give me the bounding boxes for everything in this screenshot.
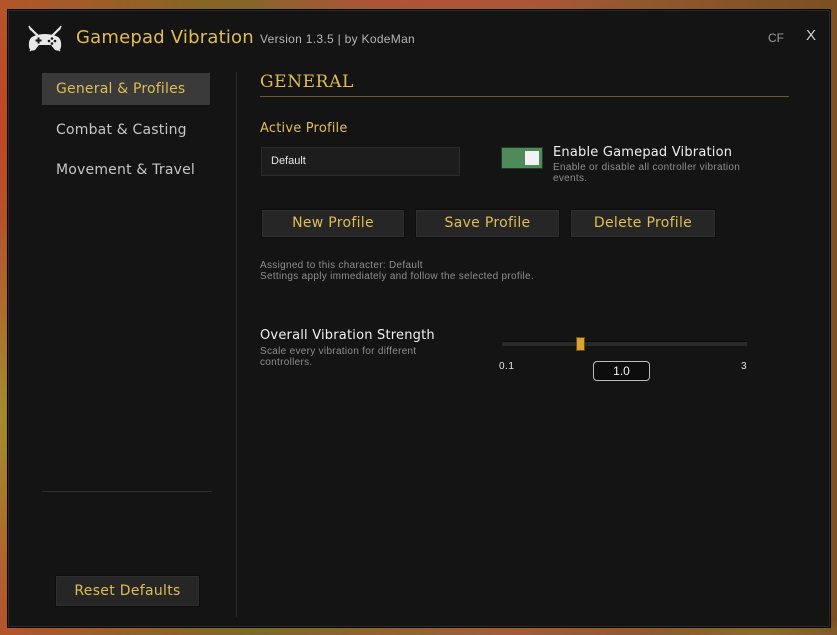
strength-value-input[interactable]: 1.0 xyxy=(593,361,650,381)
section-rule xyxy=(260,96,789,97)
panel-divider xyxy=(236,72,237,617)
app-version: Version 1.3.5 | by KodeMan xyxy=(260,32,416,46)
slider-max-label: 3 xyxy=(741,361,747,372)
toggle-knob xyxy=(525,151,539,165)
sidebar-divider xyxy=(42,491,212,492)
sidebar: General & Profiles Combat & Casting Move… xyxy=(42,72,214,617)
new-profile-button[interactable]: New Profile xyxy=(261,209,405,238)
toggle-description: Enable or disable all controller vibrati… xyxy=(553,162,741,184)
sidebar-item-movement-travel[interactable]: Movement & Travel xyxy=(42,154,210,186)
delete-profile-button[interactable]: Delete Profile xyxy=(570,209,716,238)
strength-description: Scale every vibration for different cont… xyxy=(260,346,417,368)
addon-window: Gamepad Vibration Version 1.3.5 | by Kod… xyxy=(7,9,831,628)
assigned-text: Assigned to this character: Default xyxy=(260,260,423,271)
profile-dropdown[interactable]: Default xyxy=(261,147,460,176)
profile-info: Assigned to this character: Default Sett… xyxy=(260,260,534,282)
strength-slider-track[interactable] xyxy=(502,341,747,346)
sidebar-item-combat-casting[interactable]: Combat & Casting xyxy=(42,114,210,146)
vibration-toggle[interactable] xyxy=(501,147,543,169)
reset-defaults-button[interactable]: Reset Defaults xyxy=(55,575,200,607)
save-profile-button[interactable]: Save Profile xyxy=(415,209,560,238)
sidebar-item-general-profiles[interactable]: General & Profiles xyxy=(42,73,210,105)
app-title: Gamepad Vibration xyxy=(76,27,254,48)
title-bar[interactable]: Gamepad Vibration Version 1.3.5 | by Kod… xyxy=(8,10,830,62)
section-title: GENERAL xyxy=(260,72,354,92)
settings-note: Settings apply immediately and follow th… xyxy=(260,271,534,282)
slider-min-label: 0.1 xyxy=(499,361,515,372)
toggle-title: Enable Gamepad Vibration xyxy=(553,145,733,160)
gamepad-crossed-icon xyxy=(28,25,62,52)
active-profile-label: Active Profile xyxy=(260,121,348,136)
strength-title: Overall Vibration Strength xyxy=(260,328,435,343)
strength-slider-thumb[interactable] xyxy=(576,337,585,351)
cf-button[interactable]: CF xyxy=(768,31,784,45)
close-button[interactable]: X xyxy=(806,27,816,44)
